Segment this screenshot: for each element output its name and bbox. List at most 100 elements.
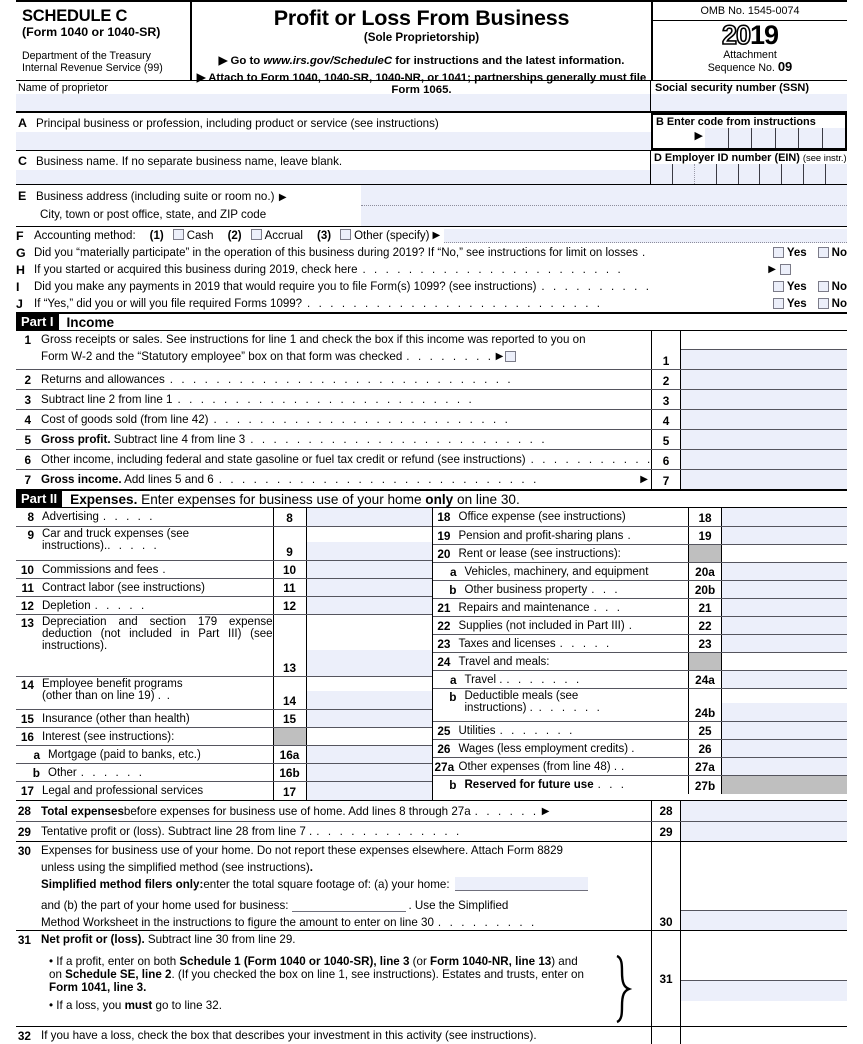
expense-amount[interactable] [306,615,432,676]
home-sqft-input[interactable] [454,877,588,891]
expense-amount[interactable] [722,508,847,526]
expense-amount[interactable] [306,710,432,727]
expense-amount[interactable] [722,671,847,688]
ein-cell[interactable] [693,164,716,184]
expense-label-text: Mortgage (paid to banks, etc.) [48,748,201,761]
question-j-no-checkbox[interactable] [817,298,829,309]
line-29-desc: 29 Tentative profit or (loss). Subtract … [16,822,651,841]
expense-amount[interactable] [722,581,847,598]
accounting-option-checkbox[interactable] [340,229,352,240]
expense-label-line2: instructions) . . . . . . . [464,702,603,714]
expense-label-text: Pension and profit-sharing plans [458,529,624,542]
irs-url[interactable]: www.irs.gov/ScheduleC [263,55,392,67]
line-30-amount[interactable] [681,910,847,930]
b-code-cell[interactable] [705,128,728,148]
question-i-yes-checkbox[interactable] [772,281,784,292]
expense-amount[interactable] [722,740,847,757]
expense-amount[interactable] [722,527,847,544]
b-code-cell[interactable] [821,128,845,148]
expense-amount[interactable] [722,563,847,580]
question-h-checkbox[interactable] [780,264,791,275]
expense-box-number: 9 [272,527,307,560]
expense-amount-input[interactable] [306,650,432,676]
ein-cell[interactable] [759,164,781,184]
expense-amount-input[interactable] [306,542,432,560]
expense-amount-input[interactable] [722,703,847,721]
ein-cell[interactable] [671,164,694,184]
b-code-cells[interactable] [705,128,845,148]
business-sqft-input[interactable] [292,898,407,912]
accounting-option-checkbox[interactable] [172,229,184,240]
expense-row: 14 Employee benefit programs (other than o… [16,676,432,709]
ein-cell[interactable] [715,164,738,184]
b-code-cell[interactable] [751,128,775,148]
ssn-input[interactable] [651,94,847,111]
ein-cell[interactable] [781,164,803,184]
accounting-option-checkbox[interactable] [250,229,262,240]
ein-cells[interactable] [651,164,847,184]
expense-amount[interactable] [306,527,432,560]
income-amount[interactable] [681,331,847,369]
tax-year-block: 2019 Attachment Sequence No. 09 [653,21,847,74]
expense-amount [722,545,847,562]
expense-amount[interactable] [306,561,432,578]
ein-cell[interactable] [803,164,825,184]
income-amount[interactable] [681,430,847,449]
expense-amount[interactable] [306,746,432,763]
income-amount[interactable] [681,370,847,389]
question-j-yes-checkbox[interactable] [772,298,784,309]
expense-amount[interactable] [722,617,847,634]
accounting-other-input[interactable] [444,228,847,243]
expense-row: 13 Depreciation and section 179 expense d… [16,614,432,676]
ein-cell[interactable] [737,164,760,184]
line-32-amount[interactable] [681,1027,847,1044]
expense-row-label: a Mortgage (paid to banks, etc.) [16,746,273,763]
income-amount[interactable] [681,390,847,409]
line-28-arrow-icon: ▶ [541,805,550,817]
field-e-input[interactable] [361,185,847,206]
question-g-yes-checkbox[interactable] [772,247,784,258]
field-a-input[interactable] [16,132,652,150]
expense-amount[interactable] [306,579,432,596]
proprietor-name-input[interactable] [16,94,650,111]
line-30-box-number: 30 [651,842,681,930]
line-28-desc: 28 Total expenses before expenses for bu… [16,801,651,821]
ein-cell[interactable] [651,164,672,184]
b-code-cell[interactable] [774,128,798,148]
income-amount-input[interactable] [681,349,847,369]
expense-amount[interactable] [306,597,432,614]
expense-line-number: b [32,765,40,780]
expense-amount[interactable] [722,689,847,721]
row-f: F Accounting method: (1) Cash (2) Accrual (3… [16,226,847,244]
expense-amount[interactable] [722,722,847,739]
expense-amount-input[interactable] [306,691,432,709]
expense-amount[interactable] [722,758,847,775]
expense-amount[interactable] [306,677,432,709]
field-b-cells: ▶ [653,128,845,148]
field-c-input[interactable] [16,170,650,184]
expense-row-label: b Deductible meals (see instructions) . . … [433,689,689,721]
income-amount[interactable] [681,410,847,429]
expense-amount[interactable] [306,508,432,526]
expense-box-number: 16a [272,746,307,763]
question-g-no-checkbox[interactable] [817,247,829,258]
statutory-employee-checkbox[interactable] [505,351,517,362]
question-i-no-checkbox[interactable] [817,281,829,292]
expense-amount[interactable] [306,782,432,800]
line-31-bold: Net profit or (loss). [41,933,145,946]
ein-cell[interactable] [825,164,847,184]
b-code-cell[interactable] [727,128,751,148]
field-e-input2[interactable] [361,206,847,226]
expenses-right-column: 18 Office expense (see instructions) 18 19 P… [431,508,847,800]
income-amount[interactable] [681,470,847,489]
expense-row-label: 9 Car and truck expenses (see instructions… [16,527,273,560]
line-31-amount[interactable] [681,980,847,1001]
income-amount[interactable] [681,450,847,469]
line-28-amount[interactable] [681,801,847,821]
line-29-amount[interactable] [681,822,847,841]
expense-amount[interactable] [722,635,847,652]
expense-amount[interactable] [306,764,432,781]
b-code-cell[interactable] [798,128,822,148]
income-line-text: Cost of goods sold (from line 42) [41,413,209,426]
expense-amount[interactable] [722,599,847,616]
